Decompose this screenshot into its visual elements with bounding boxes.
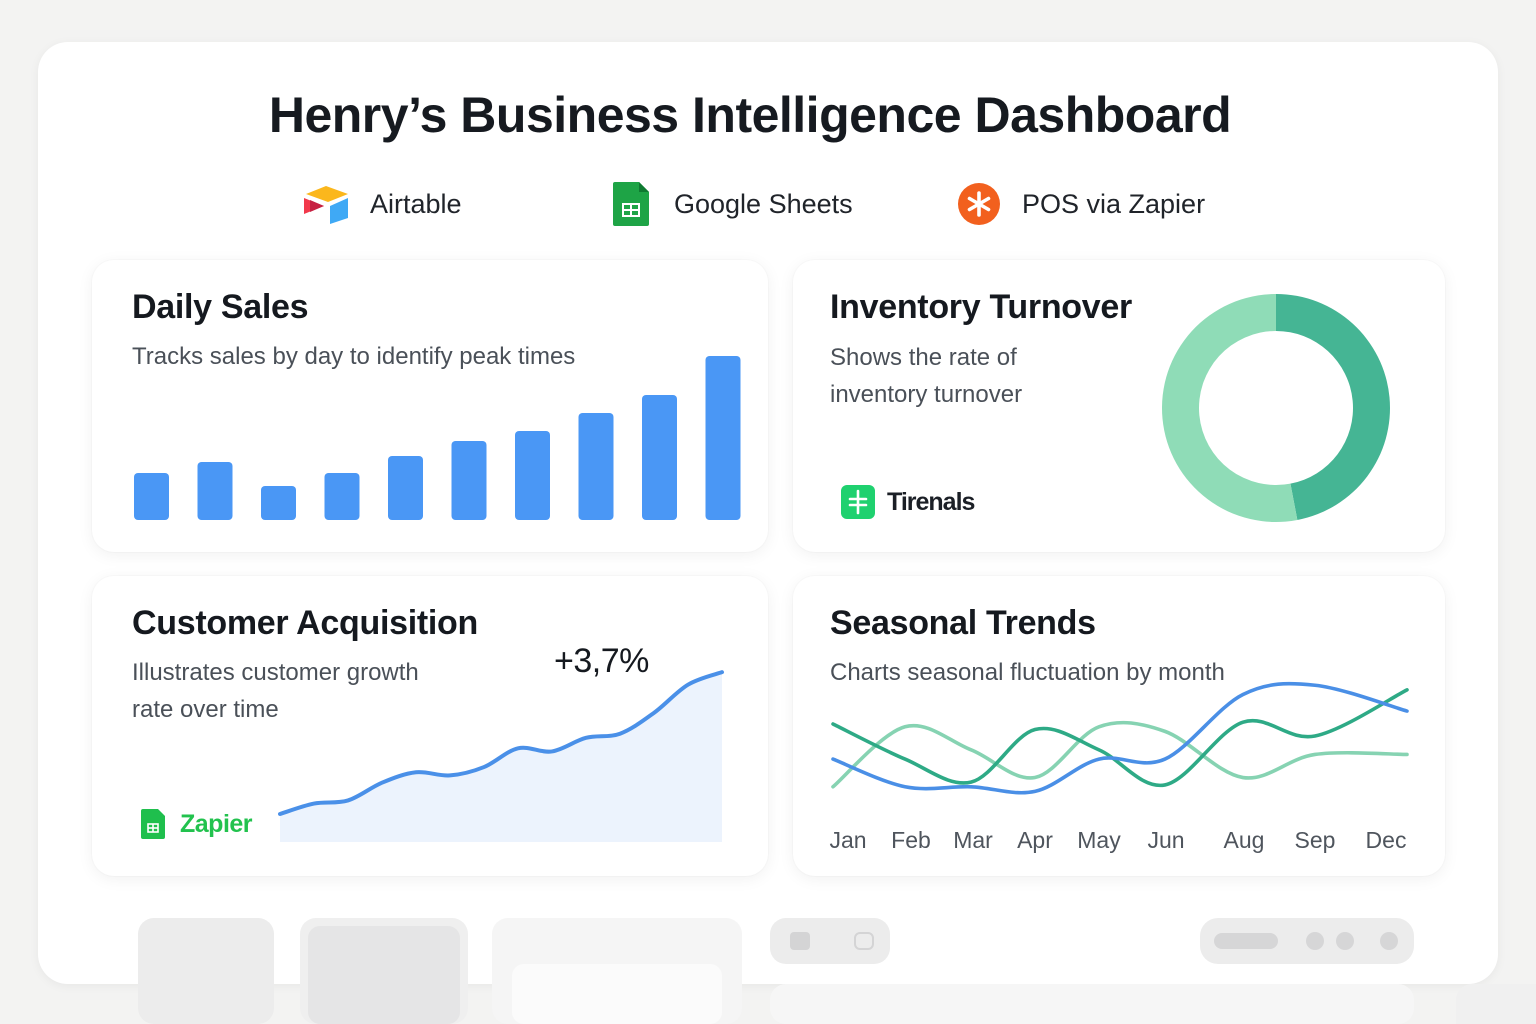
page-title: Henry’s Business Intelligence Dashboard	[268, 87, 1232, 143]
daily-sales-bar[interactable]	[705, 356, 741, 520]
daily-sales-bar-chart	[134, 356, 741, 520]
month-tick-label: Mar	[953, 827, 993, 853]
seasonal-series-line[interactable]	[831, 681, 1409, 795]
source-google-sheets[interactable]: Google Sheets	[606, 180, 853, 228]
airtable-icon	[302, 180, 352, 228]
seasonal-series-line[interactable]	[831, 720, 1409, 789]
daily-sales-bar[interactable]	[515, 431, 550, 520]
ghost-panel	[492, 918, 742, 1024]
ghost-panel	[770, 984, 1414, 1024]
customer-acquisition-area-chart	[278, 670, 724, 842]
daily-sales-bar[interactable]	[388, 456, 423, 520]
google-sheets-icon	[606, 180, 656, 228]
source-label: Google Sheets	[674, 188, 853, 219]
source-label: Airtable	[370, 188, 462, 219]
seasonal-trends-line-chart: Jan Feb Mar Apr May Jun Aug Sep Dec	[829, 681, 1409, 853]
daily-sales-card[interactable]: Daily Sales Tracks sales by day to ident…	[92, 260, 768, 552]
month-tick-label: Apr	[1017, 827, 1053, 853]
daily-sales-bar[interactable]	[642, 395, 677, 520]
month-tick-label: Jan	[829, 827, 866, 853]
month-tick-label: Aug	[1224, 827, 1265, 853]
month-tick-label: May	[1077, 827, 1121, 853]
daily-sales-bar[interactable]	[578, 413, 614, 520]
daily-sales-bar[interactable]	[324, 473, 360, 520]
month-tick-label: Feb	[891, 827, 931, 853]
inventory-turnover-card[interactable]: Inventory Turnover Shows the rate of inv…	[793, 260, 1445, 552]
ghost-panel	[1456, 984, 1536, 1024]
seasonal-trends-card[interactable]: Seasonal Trends Charts seasonal fluctuat…	[793, 576, 1445, 876]
month-tick-label: Dec	[1366, 827, 1407, 853]
source-label: POS via Zapier	[1022, 188, 1206, 219]
daily-sales-bar[interactable]	[451, 441, 487, 520]
zapier-icon	[954, 180, 1004, 228]
source-airtable[interactable]: Airtable	[302, 180, 462, 228]
inventory-donut-chart	[1162, 294, 1390, 522]
seasonal-series-line[interactable]	[831, 688, 1409, 788]
month-tick-label: Sep	[1295, 827, 1336, 853]
ghost-panel	[138, 918, 274, 1024]
ghost-panel	[300, 918, 468, 1024]
customer-acquisition-card[interactable]: Customer Acquisition Illustrates custome…	[92, 576, 768, 876]
daily-sales-bar[interactable]	[261, 486, 296, 520]
ghost-toolbar	[770, 918, 890, 964]
daily-sales-bar[interactable]	[197, 462, 233, 520]
ghost-toolbar	[1200, 918, 1414, 964]
donut-slice[interactable]	[1276, 294, 1390, 520]
source-pos-zapier[interactable]: POS via Zapier	[954, 180, 1205, 228]
month-tick-label: Jun	[1147, 827, 1184, 853]
daily-sales-bar[interactable]	[134, 473, 169, 520]
